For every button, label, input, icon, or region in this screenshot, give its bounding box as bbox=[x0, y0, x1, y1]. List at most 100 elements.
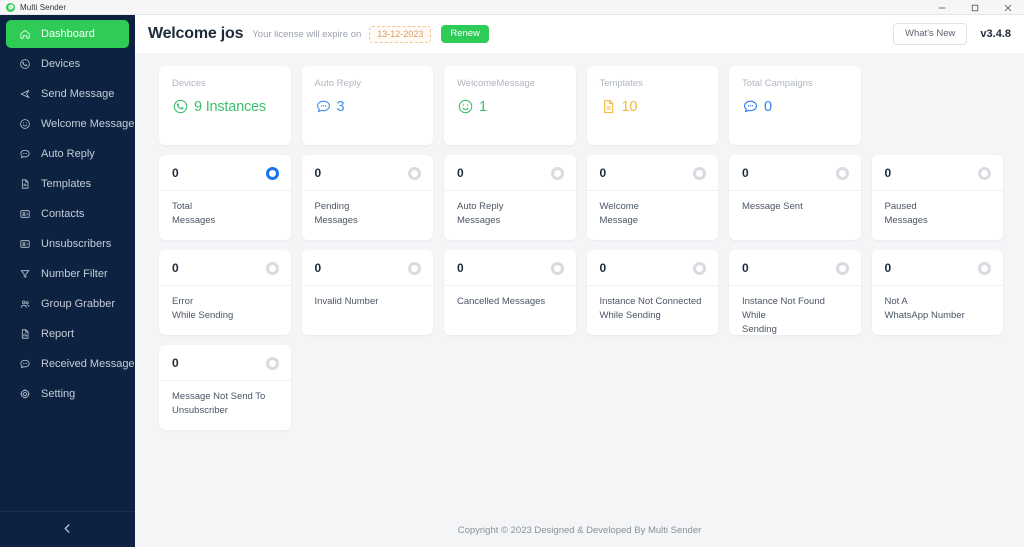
app-version: v3.4.8 bbox=[980, 28, 1011, 40]
stat-card-number: 0 bbox=[600, 166, 607, 180]
stat-card-header: 0 bbox=[159, 345, 291, 381]
copyright-text: Copyright © 2023 Designed & Developed By… bbox=[458, 525, 702, 536]
sidebar-item-contacts[interactable]: Contacts bbox=[6, 200, 129, 228]
whats-new-button[interactable]: What's New bbox=[893, 23, 967, 45]
sidebar-item-label: Auto Reply bbox=[41, 149, 95, 160]
stat-card[interactable]: 0Message Not Send ToUnsubscriber bbox=[159, 345, 291, 430]
stat-card-header: 0 bbox=[444, 155, 576, 191]
stat-card-label: Instance Not ConnectedWhile Sending bbox=[587, 286, 719, 323]
stat-card[interactable]: 0ErrorWhile Sending bbox=[159, 250, 291, 335]
sidebar-item-send-message[interactable]: Send Message bbox=[6, 80, 129, 108]
stat-card-number: 0 bbox=[315, 166, 322, 180]
sidebar-item-received-messages[interactable]: Received Messages bbox=[6, 350, 129, 378]
stat-card-number: 0 bbox=[457, 166, 464, 180]
sidebar-item-report[interactable]: Report bbox=[6, 320, 129, 348]
sidebar-item-number-filter[interactable]: Number Filter bbox=[6, 260, 129, 288]
sidebar-item-auto-reply[interactable]: Auto Reply bbox=[6, 140, 129, 168]
summary-card-value: 0 bbox=[764, 99, 772, 115]
summary-card-value-row: 0 bbox=[742, 98, 848, 115]
home-icon bbox=[18, 27, 32, 41]
status-ring-icon bbox=[266, 167, 279, 180]
document-icon bbox=[600, 98, 617, 115]
contacts-icon bbox=[18, 207, 32, 221]
summary-card-title: WelcomeMessage bbox=[457, 78, 563, 89]
stat-card-label: Message Not Send ToUnsubscriber bbox=[159, 381, 291, 418]
window-controls bbox=[925, 0, 1024, 15]
sidebar-item-devices[interactable]: Devices bbox=[6, 50, 129, 78]
sidebar-nav: Dashboard Devices Send Message Welcome Mess… bbox=[0, 20, 135, 410]
summary-card-value: 3 bbox=[337, 99, 345, 115]
window-title: Multi Sender bbox=[20, 3, 66, 12]
stat-card-grid: 0 TotalMessages 0PendingMessages0Auto Repl… bbox=[159, 155, 1003, 430]
status-ring-icon bbox=[693, 167, 706, 180]
sidebar-item-label: Send Message bbox=[41, 89, 114, 100]
sidebar-item-label: Received Messages bbox=[41, 359, 140, 370]
summary-card[interactable]: Auto Reply3 bbox=[302, 66, 434, 145]
summary-card-value: 9 Instances bbox=[194, 99, 266, 115]
header-right: What's New v3.4.8 bbox=[893, 23, 1011, 45]
sidebar-item-label: Contacts bbox=[41, 209, 84, 220]
sidebar-item-label: Report bbox=[41, 329, 74, 340]
page-title: Welcome jos bbox=[148, 25, 243, 43]
minimize-icon[interactable] bbox=[925, 0, 958, 15]
main-area: Welcome jos Your license will expire on … bbox=[135, 15, 1024, 547]
stat-card-header: 0 bbox=[444, 250, 576, 286]
stat-card-header: 0 bbox=[587, 155, 719, 191]
status-ring-icon bbox=[408, 167, 421, 180]
stat-card-number: 0 bbox=[457, 261, 464, 275]
sidebar-item-unsubscribers[interactable]: Unsubscribers bbox=[6, 230, 129, 258]
summary-card-value-row: 9 Instances bbox=[172, 98, 278, 115]
stat-card[interactable]: 0Message Sent bbox=[729, 155, 861, 240]
sidebar-item-templates[interactable]: Templates bbox=[6, 170, 129, 198]
unsubscribe-icon bbox=[18, 237, 32, 251]
sidebar-item-label: Group Grabber bbox=[41, 299, 115, 310]
sidebar-item-label: Templates bbox=[41, 179, 91, 190]
stat-card-header: 0 bbox=[872, 250, 1004, 286]
summary-card-value-row: 10 bbox=[600, 98, 706, 115]
sidebar-item-group-grabber[interactable]: Group Grabber bbox=[6, 290, 129, 318]
summary-card-value-row: 3 bbox=[315, 98, 421, 115]
sidebar-item-label: Devices bbox=[41, 59, 80, 70]
status-ring-icon bbox=[836, 167, 849, 180]
status-ring-icon bbox=[978, 167, 991, 180]
license-expiry-date: 13-12-2023 bbox=[369, 26, 431, 43]
status-ring-icon bbox=[408, 262, 421, 275]
stat-card-number: 0 bbox=[172, 166, 179, 180]
stat-card[interactable]: 0Instance Not Found WhileSending bbox=[729, 250, 861, 335]
stat-card[interactable]: 0 TotalMessages bbox=[159, 155, 291, 240]
summary-card-grid: Devices9 InstancesAuto Reply3WelcomeMess… bbox=[159, 66, 1003, 145]
status-ring-icon bbox=[551, 167, 564, 180]
stat-card[interactable]: 0Not AWhatsApp Number bbox=[872, 250, 1004, 335]
summary-card[interactable]: Devices 9 Instances bbox=[159, 66, 291, 145]
whatsapp-icon bbox=[172, 98, 189, 115]
stat-card[interactable]: 0Auto ReplyMessages bbox=[444, 155, 576, 240]
sidebar-collapse-button[interactable] bbox=[0, 511, 135, 547]
sidebar-item-dashboard[interactable]: Dashboard bbox=[6, 20, 129, 48]
summary-card[interactable]: Templates10 bbox=[587, 66, 719, 145]
stat-card-header: 0 bbox=[159, 250, 291, 286]
stat-card[interactable]: 0Cancelled Messages bbox=[444, 250, 576, 335]
maximize-icon[interactable] bbox=[958, 0, 991, 15]
stat-card-header: 0 bbox=[159, 155, 291, 191]
stat-card[interactable]: 0Invalid Number bbox=[302, 250, 434, 335]
stat-card-label: TotalMessages bbox=[159, 191, 291, 228]
summary-card-value: 10 bbox=[622, 99, 638, 115]
stat-card[interactable]: 0Instance Not ConnectedWhile Sending bbox=[587, 250, 719, 335]
sidebar-item-label: Setting bbox=[41, 389, 75, 400]
renew-button[interactable]: Renew bbox=[441, 25, 489, 43]
summary-card-title: Devices bbox=[172, 78, 278, 89]
stat-card[interactable]: 0 WelcomeMessage bbox=[587, 155, 719, 240]
summary-card[interactable]: Total Campaigns0 bbox=[729, 66, 861, 145]
stat-card-label: WelcomeMessage bbox=[587, 191, 719, 228]
summary-card-value-row: 1 bbox=[457, 98, 563, 115]
sidebar-item-setting[interactable]: Setting bbox=[6, 380, 129, 408]
summary-card[interactable]: WelcomeMessage 1 bbox=[444, 66, 576, 145]
report-icon bbox=[18, 327, 32, 341]
close-icon[interactable] bbox=[991, 0, 1024, 15]
chat-icon bbox=[18, 357, 32, 371]
sidebar-item-welcome-message[interactable]: Welcome Message bbox=[6, 110, 129, 138]
stat-card[interactable]: 0PendingMessages bbox=[302, 155, 434, 240]
stat-card[interactable]: 0PausedMessages bbox=[872, 155, 1004, 240]
reply-icon bbox=[315, 98, 332, 115]
gear-icon bbox=[18, 387, 32, 401]
